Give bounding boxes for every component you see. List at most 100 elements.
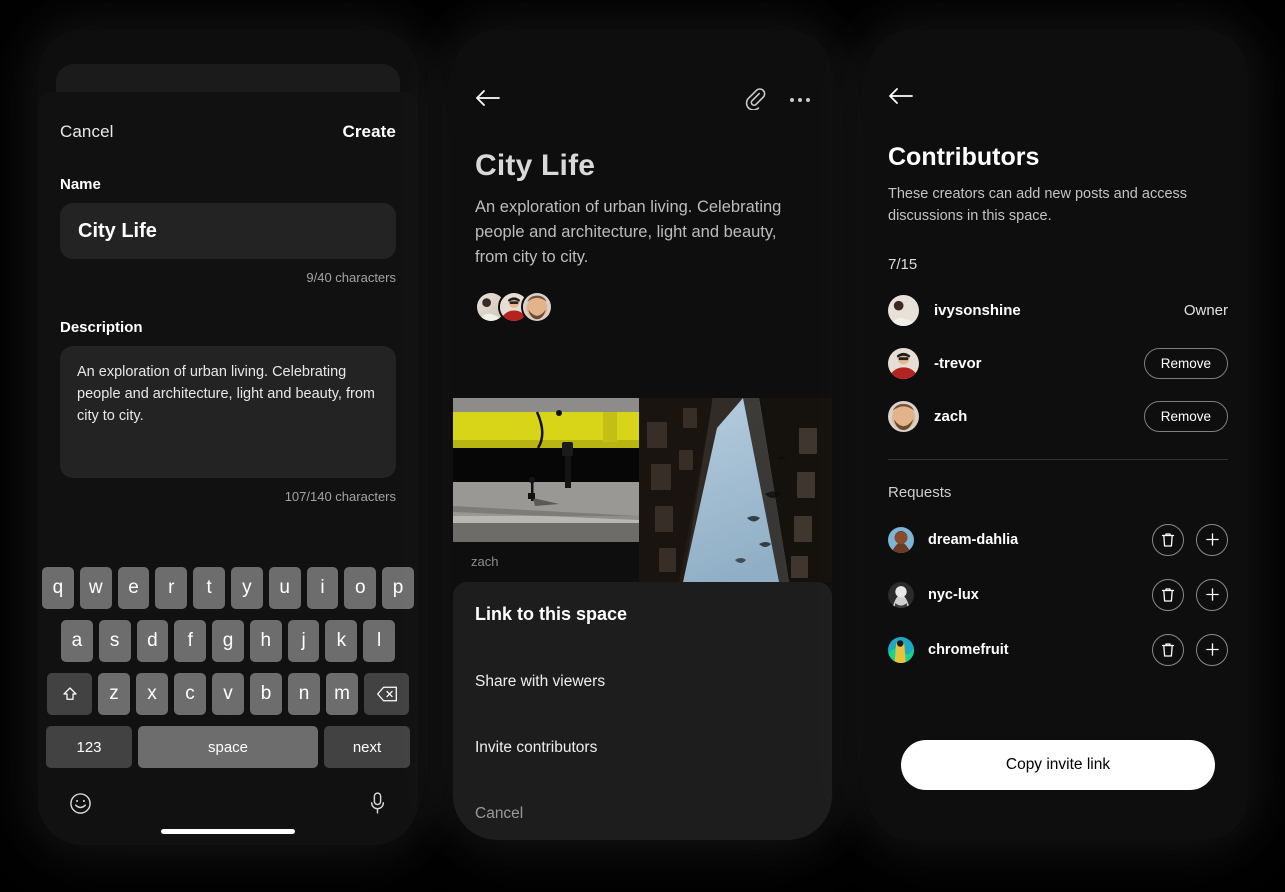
key-c[interactable]: c [174, 673, 206, 715]
share-with-viewers-item[interactable]: Share with viewers [475, 673, 810, 691]
key-z[interactable]: z [98, 673, 130, 715]
next-key[interactable]: next [324, 726, 410, 768]
key-t[interactable]: t [193, 567, 225, 609]
request-name: chromefruit [928, 641, 1009, 658]
key-q[interactable]: q [42, 567, 74, 609]
key-g[interactable]: g [212, 620, 244, 662]
phone-contributors: Contributors These creators can add new … [868, 30, 1248, 840]
action-sheet-title: Link to this space [475, 604, 628, 624]
contributor-count: 7/15 [888, 255, 918, 273]
table-row[interactable]: -trevor Remove [888, 347, 1228, 379]
key-e[interactable]: e [117, 567, 150, 609]
cancel-button[interactable]: Cancel [60, 122, 114, 142]
key-w[interactable]: w [79, 567, 112, 609]
key-y[interactable]: y [231, 567, 263, 609]
plus-icon[interactable] [1196, 633, 1228, 666]
trash-icon[interactable] [1152, 523, 1184, 556]
key-h[interactable]: h [249, 620, 282, 662]
key-u[interactable]: u [268, 567, 301, 609]
section-divider [888, 458, 1228, 460]
space-top-bar [475, 86, 810, 113]
name-field-label: Name [60, 176, 101, 193]
page-title: Contributors [888, 143, 1040, 171]
space-photo-grid: zach [453, 398, 832, 582]
back-arrow-icon[interactable] [888, 86, 914, 109]
key-o[interactable]: o [344, 567, 377, 609]
copy-invite-link-button[interactable]: Copy invite link [901, 740, 1215, 790]
description-input[interactable] [60, 346, 396, 478]
space-title: City Life [475, 149, 596, 182]
key-j[interactable]: j [287, 620, 320, 662]
contributor-name: -trevor [934, 354, 982, 372]
cancel-item[interactable]: Cancel [475, 805, 810, 823]
avatar [888, 526, 914, 553]
avatar [888, 636, 914, 663]
key-k[interactable]: k [325, 620, 358, 662]
link-action-sheet: Link to this space Share with viewers In… [453, 582, 832, 840]
name-input[interactable] [60, 203, 396, 259]
shift-icon[interactable] [47, 673, 92, 715]
space-description: An exploration of urban living. Celebrat… [475, 198, 782, 266]
list-item[interactable]: chromefruit [888, 633, 1228, 666]
member-avatar-row[interactable] [475, 291, 810, 324]
space-header: City Life An exploration of urban living… [453, 30, 832, 324]
key-s[interactable]: s [98, 620, 131, 662]
backspace-icon[interactable] [364, 673, 409, 715]
keyboard-bottom-bar [42, 779, 414, 819]
remove-button[interactable]: Remove [1143, 400, 1228, 432]
sheet-action-bar: Cancel Create [38, 92, 418, 142]
table-row[interactable]: ivysonshine Owner [888, 294, 1228, 326]
space-key[interactable]: space [138, 726, 318, 768]
keyboard-row-2: a s d f g h j k l [42, 620, 414, 662]
keyboard-row-4: 123 space next [42, 726, 414, 768]
key-p[interactable]: p [382, 567, 414, 609]
contributors-page: Contributors These creators can add new … [868, 30, 1248, 666]
back-arrow-icon[interactable] [475, 88, 501, 111]
trash-icon[interactable] [1152, 578, 1184, 611]
trash-icon[interactable] [1152, 633, 1184, 666]
key-m[interactable]: m [326, 673, 358, 715]
photo-looking-up-buildings [639, 398, 832, 582]
create-space-sheet: Cancel Create Name 9/40 characters Descr… [38, 92, 418, 845]
avatar [888, 581, 914, 608]
key-b[interactable]: b [250, 673, 282, 715]
plus-icon[interactable] [1196, 578, 1228, 611]
list-item[interactable]: nyc-lux [888, 578, 1228, 611]
description-field-label: Description [60, 319, 143, 336]
plus-icon[interactable] [1196, 523, 1228, 556]
page-subtitle: These creators can add new posts and acc… [888, 186, 1188, 224]
space-top-bar-actions [744, 86, 810, 113]
key-a[interactable]: a [60, 620, 93, 662]
phone1-screen: Cancel Create Name 9/40 characters Descr… [38, 30, 418, 845]
create-button[interactable]: Create [342, 122, 396, 142]
screenshot-stage: Cancel Create Name 9/40 characters Descr… [0, 0, 1285, 892]
avatar [888, 294, 919, 326]
microphone-icon[interactable] [367, 791, 388, 819]
phone-create-space: Cancel Create Name 9/40 characters Descr… [38, 30, 418, 845]
remove-button[interactable]: Remove [1143, 347, 1228, 379]
key-r[interactable]: r [155, 567, 188, 609]
name-character-counter: 9/40 characters [306, 270, 396, 285]
key-n[interactable]: n [288, 673, 320, 715]
avatar [888, 347, 919, 379]
key-f[interactable]: f [174, 620, 207, 662]
key-d[interactable]: d [136, 620, 169, 662]
key-l[interactable]: l [363, 620, 396, 662]
description-character-counter: 107/140 characters [284, 489, 396, 504]
phone2-screen: City Life An exploration of urban living… [453, 30, 832, 840]
key-i[interactable]: i [306, 567, 339, 609]
list-item[interactable]: dream-dahlia [888, 523, 1228, 556]
photo-cell[interactable] [639, 398, 832, 582]
photo-caption: zach [471, 554, 499, 569]
emoji-icon[interactable] [68, 791, 93, 819]
table-row[interactable]: zach Remove [888, 400, 1228, 432]
photo-cell[interactable]: zach [453, 398, 639, 582]
home-indicator [161, 829, 295, 834]
key-v[interactable]: v [212, 673, 244, 715]
request-name: dream-dahlia [928, 531, 1019, 548]
more-options-icon[interactable] [790, 97, 810, 102]
invite-contributors-item[interactable]: Invite contributors [475, 739, 810, 757]
numbers-key[interactable]: 123 [46, 726, 132, 768]
key-x[interactable]: x [136, 673, 168, 715]
paperclip-link-icon[interactable] [744, 86, 766, 113]
